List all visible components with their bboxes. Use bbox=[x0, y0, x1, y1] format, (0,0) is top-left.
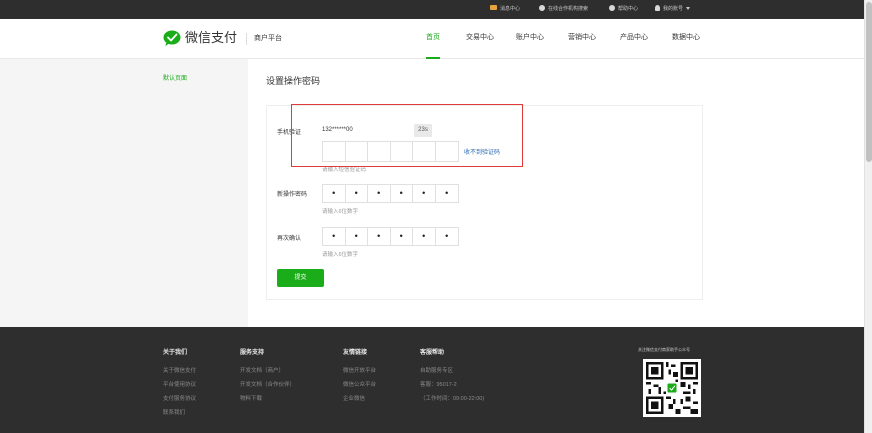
new-password-digit[interactable]: • bbox=[413, 185, 436, 202]
sidebar-item-default-page[interactable]: 默认页面 bbox=[163, 73, 187, 82]
my-account-menu[interactable]: 我的账号 bbox=[655, 0, 691, 19]
footer-link[interactable]: 平台使用协议 bbox=[163, 378, 196, 392]
confirm-password-digit[interactable]: • bbox=[413, 228, 436, 245]
new-password-label: 新操作密码 bbox=[277, 192, 308, 198]
footer-column-help: 客服帮助 自助服务专区 客服：95017-2 （工作时间：09:00-22:00… bbox=[420, 347, 484, 406]
nav-data-center[interactable]: 数据中心 bbox=[672, 19, 700, 59]
footer-link[interactable]: 物料下载 bbox=[240, 392, 295, 406]
footer-link[interactable]: 关于微信支付 bbox=[163, 364, 196, 378]
nav-marketing-center[interactable]: 营销中心 bbox=[568, 19, 596, 59]
footer-column-support: 服务支持 开发文档（商户） 开发文档（合作伙伴） 物料下载 bbox=[240, 347, 295, 406]
footer-column-title: 服务支持 bbox=[240, 350, 265, 356]
logo-separator bbox=[246, 33, 247, 45]
new-password-digit[interactable]: • bbox=[323, 185, 346, 202]
footer-link[interactable]: 支付服务协议 bbox=[163, 392, 196, 406]
footer-column-title: 关于我们 bbox=[163, 350, 188, 356]
scrollbar-thumb[interactable] bbox=[866, 2, 872, 162]
footer-link[interactable]: 企业微信 bbox=[343, 392, 376, 406]
new-password-hint: 请输入6位数字 bbox=[322, 209, 359, 215]
new-password-digit[interactable]: • bbox=[368, 185, 391, 202]
header: 微信支付 商户平台 首页 交易中心 账户中心 营销中心 产品中心 数据中心 bbox=[0, 19, 864, 59]
nav-home[interactable]: 首页 bbox=[426, 19, 440, 59]
new-password-input[interactable]: • • • • • • bbox=[322, 184, 459, 203]
footer: 关于我们 关于微信支付 平台使用协议 支付服务协议 联系我们 服务支持 开发文档… bbox=[0, 327, 864, 433]
footer-link[interactable]: 开发文档（商户） bbox=[240, 364, 295, 378]
confirm-password-digit[interactable]: • bbox=[368, 228, 391, 245]
nav-transaction-center[interactable]: 交易中心 bbox=[466, 19, 494, 59]
highlight-box bbox=[291, 104, 523, 167]
footer-text: 客服：95017-2 bbox=[420, 382, 457, 388]
qr-code bbox=[643, 359, 701, 417]
footer-column-title: 友情链接 bbox=[343, 350, 368, 356]
new-password-digit[interactable]: • bbox=[391, 185, 413, 202]
footer-column-title: 客服帮助 bbox=[420, 350, 445, 356]
chevron-down-icon bbox=[686, 7, 691, 11]
page-scrollbar[interactable] bbox=[864, 0, 872, 433]
mail-icon bbox=[490, 5, 497, 11]
footer-text: （工作时间：09:00-22:00) bbox=[420, 396, 485, 402]
confirm-password-label: 再次确认 bbox=[277, 236, 302, 242]
nav-product-center[interactable]: 产品中心 bbox=[620, 19, 648, 59]
confirm-password-digit[interactable]: • bbox=[323, 228, 346, 245]
footer-link[interactable]: 开发文档（合作伙伴） bbox=[240, 378, 295, 392]
footer-column-about: 关于我们 关于微信支付 平台使用协议 支付服务协议 联系我们 bbox=[163, 347, 196, 420]
new-password-digit[interactable]: • bbox=[346, 185, 368, 202]
message-center-link[interactable]: 消息中心 bbox=[490, 0, 520, 19]
footer-link[interactable]: 联系我们 bbox=[163, 406, 196, 420]
nav-account-center[interactable]: 账户中心 bbox=[516, 19, 544, 59]
partner-search-link[interactable]: 在线合作机构搜索 bbox=[539, 0, 588, 19]
footer-link[interactable]: 微信开放平台 bbox=[343, 364, 376, 378]
wechat-pay-logo-icon bbox=[163, 30, 181, 46]
footer-link[interactable]: 微信公众平台 bbox=[343, 378, 376, 392]
confirm-password-hint: 请输入6位数字 bbox=[322, 252, 359, 258]
help-center-link[interactable]: 帮助中心 bbox=[609, 0, 638, 19]
page-title: 设置操作密码 bbox=[266, 76, 321, 86]
qr-code-image bbox=[646, 362, 698, 414]
qr-caption: 关注微信支付商家助手公众号 bbox=[638, 347, 690, 352]
confirm-password-digit[interactable]: • bbox=[391, 228, 413, 245]
sidebar: 默认页面 bbox=[0, 59, 248, 327]
help-icon bbox=[609, 4, 615, 11]
confirm-password-input[interactable]: • • • • • • bbox=[322, 227, 459, 246]
gear-icon bbox=[539, 4, 545, 11]
user-icon bbox=[655, 4, 660, 11]
top-bar: 消息中心 在线合作机构搜索 帮助中心 我的账号 bbox=[0, 0, 864, 19]
submit-button[interactable]: 提交 bbox=[277, 269, 324, 287]
footer-link[interactable]: 自助服务专区 bbox=[420, 364, 484, 378]
confirm-password-digit[interactable]: • bbox=[436, 228, 459, 245]
footer-column-links: 友情链接 微信开放平台 微信公众平台 企业微信 bbox=[343, 347, 376, 406]
confirm-password-digit[interactable]: • bbox=[346, 228, 368, 245]
new-password-digit[interactable]: • bbox=[436, 185, 459, 202]
platform-name: 商户平台 bbox=[254, 35, 282, 42]
